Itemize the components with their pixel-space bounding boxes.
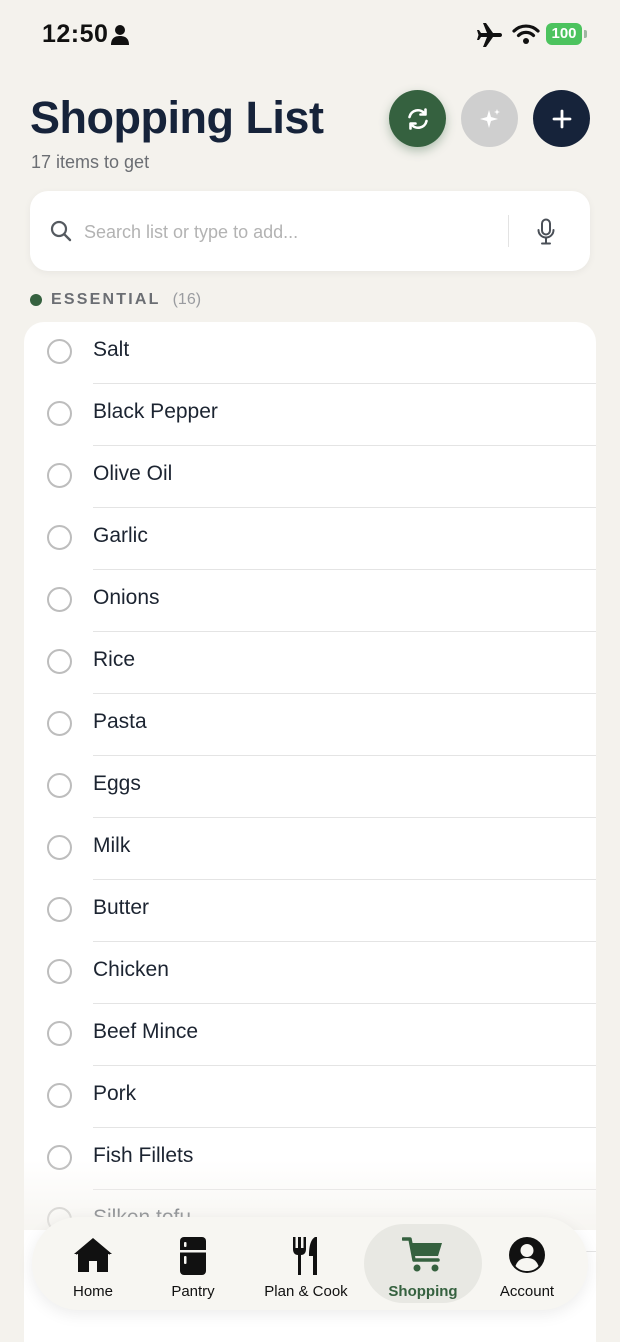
item-label: Pork — [93, 1082, 137, 1105]
tab-plan-cook[interactable]: Plan & Cook — [250, 1224, 362, 1303]
item-checkbox[interactable] — [47, 525, 72, 550]
item-label: Black Pepper — [93, 400, 218, 423]
tab-label: Home — [72, 1283, 113, 1300]
item-label: Milk — [93, 834, 131, 857]
tab-pantry[interactable]: Pantry — [136, 1224, 250, 1303]
sync-button[interactable] — [389, 90, 446, 147]
search-input[interactable] — [82, 215, 496, 249]
item-checkbox[interactable] — [47, 401, 72, 426]
item-checkbox[interactable] — [47, 959, 72, 984]
home-icon — [74, 1238, 112, 1272]
list-item[interactable]: Rice — [24, 632, 596, 694]
cart-icon — [402, 1237, 442, 1272]
wifi-icon — [512, 24, 540, 44]
sparkle-icon — [479, 108, 500, 128]
item-checkbox[interactable] — [47, 339, 72, 364]
list-item[interactable]: Fish Fillets — [24, 1128, 596, 1190]
item-label: Garlic — [93, 524, 148, 547]
list-item[interactable]: Onions — [24, 570, 596, 632]
item-checkbox[interactable] — [47, 711, 72, 736]
list-item[interactable]: Garlic — [24, 508, 596, 570]
add-item-button[interactable] — [533, 90, 590, 147]
account-icon — [509, 1237, 545, 1273]
item-checkbox[interactable] — [47, 897, 72, 922]
item-checkbox[interactable] — [47, 1021, 72, 1046]
status-bar: 12:50 100 — [0, 0, 620, 68]
section-header-essential[interactable]: ESSENTIAL (16) — [30, 290, 201, 310]
item-checkbox[interactable] — [47, 649, 72, 674]
list-item[interactable]: Eggs — [24, 756, 596, 818]
microphone-icon[interactable] — [536, 218, 556, 246]
search-divider — [508, 215, 509, 247]
item-label: Rice — [93, 648, 136, 671]
fridge-icon — [180, 1237, 206, 1275]
list-item[interactable]: Beef Mince — [24, 1004, 596, 1066]
section-color-dot — [30, 294, 42, 306]
list-item[interactable]: Olive Oil — [24, 446, 596, 508]
item-checkbox[interactable] — [47, 1145, 72, 1170]
item-label: Salt — [93, 338, 130, 361]
tab-bar: Home Pantry Plan & Cook Shopping Account — [32, 1217, 588, 1310]
list-item[interactable]: Pasta — [24, 694, 596, 756]
search-bar — [30, 191, 590, 271]
tab-account[interactable]: Account — [480, 1224, 574, 1303]
item-checkbox[interactable] — [47, 587, 72, 612]
tab-label: Shopping — [388, 1283, 458, 1300]
item-label: Pasta — [93, 710, 147, 733]
list-item[interactable]: Black Pepper — [24, 384, 596, 446]
list-item[interactable]: Pork — [24, 1066, 596, 1128]
sync-icon — [407, 107, 428, 130]
person-icon — [111, 25, 129, 45]
plus-icon — [552, 109, 571, 128]
tab-label: Pantry — [171, 1283, 215, 1300]
battery-level: 100 — [546, 23, 582, 45]
search-icon — [50, 220, 72, 242]
item-checkbox[interactable] — [47, 835, 72, 860]
items-count-subtitle: 17 items to get — [31, 152, 150, 172]
status-time: 12:50 — [42, 20, 109, 48]
item-label: Onions — [93, 586, 160, 609]
tab-label: Plan & Cook — [264, 1283, 348, 1300]
section-name: ESSENTIAL — [51, 291, 161, 308]
battery-icon: 100 — [546, 23, 588, 45]
list-item[interactable]: Butter — [24, 880, 596, 942]
item-checkbox[interactable] — [47, 463, 72, 488]
list-item[interactable]: Salt — [24, 322, 596, 384]
item-label: Chicken — [93, 958, 169, 981]
tab-shopping[interactable]: Shopping — [364, 1224, 482, 1303]
fork-knife-icon — [293, 1237, 317, 1275]
shopping-list-screen: 12:50 100 Shopping List 17 items to get — [0, 0, 620, 1342]
item-checkbox[interactable] — [47, 773, 72, 798]
shopping-list: Salt Black Pepper Olive Oil Garlic Onions Ric… — [24, 322, 596, 1342]
tab-label: Account — [499, 1283, 555, 1300]
item-label: Beef Mince — [93, 1020, 199, 1043]
section-count: (16) — [172, 291, 202, 308]
ai-suggest-button[interactable] — [461, 90, 518, 147]
item-label: Butter — [93, 896, 150, 919]
item-label: Fish Fillets — [93, 1144, 194, 1167]
page-title: Shopping List — [30, 92, 324, 143]
item-label: Eggs — [93, 772, 141, 795]
airplane-icon — [477, 23, 502, 47]
list-item[interactable]: Milk — [24, 818, 596, 880]
item-label: Olive Oil — [93, 462, 173, 485]
item-checkbox[interactable] — [47, 1083, 72, 1108]
list-item[interactable]: Chicken — [24, 942, 596, 1004]
